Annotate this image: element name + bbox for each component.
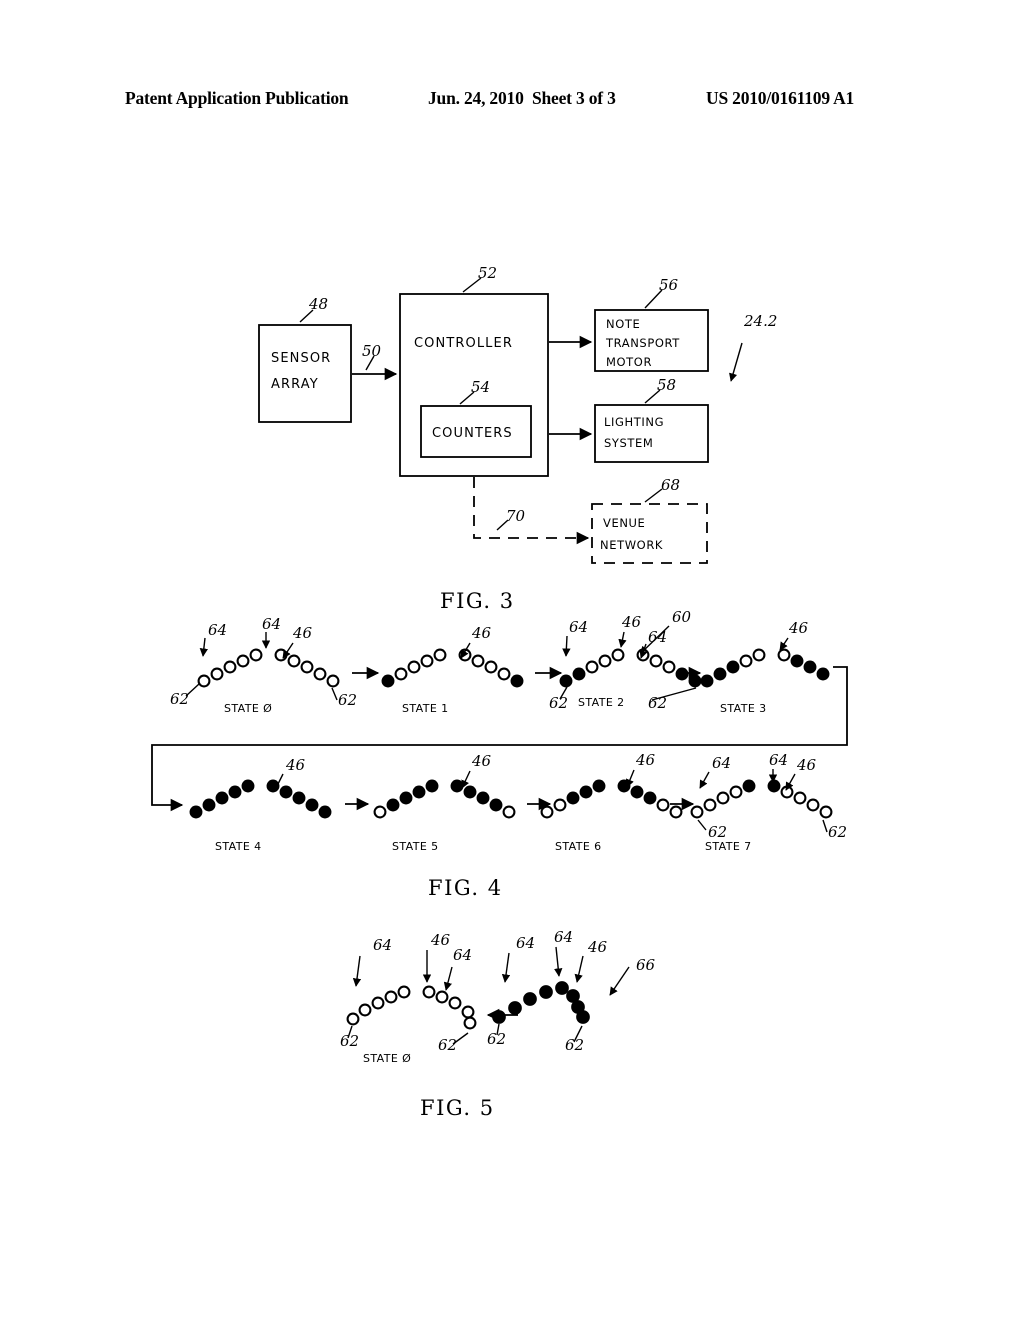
ref-58: 58 bbox=[657, 376, 676, 394]
ref-46-s5: 46 bbox=[471, 752, 492, 770]
block-venue-network-label-2: NETWORK bbox=[600, 538, 663, 552]
block-venue-network-label-1: VENUE bbox=[603, 516, 645, 530]
figure-3: SENSOR ARRAY 48 CONTROLLER 52 COUNTERS 5… bbox=[258, 264, 777, 613]
state-label-1: STATE 1 bbox=[402, 702, 448, 715]
ref-46-f5b: 46 bbox=[587, 938, 608, 956]
block-lighting-system-label-2: SYSTEM bbox=[604, 436, 653, 450]
block-controller-label: CONTROLLER bbox=[414, 336, 513, 351]
state-cell-6: 46 STATE 6 bbox=[540, 751, 683, 853]
block-counters-label: COUNTERS bbox=[432, 426, 513, 441]
figure-5: 66 64 46 64 62 62 STATE Ø 64 64 46 62 62… bbox=[340, 928, 656, 1120]
connector-sensor-to-controller: 50 bbox=[352, 342, 398, 381]
ref-24-2: 24.2 bbox=[743, 312, 777, 330]
ref-64-left-f5: 64 bbox=[373, 936, 392, 954]
ref-54: 54 bbox=[471, 378, 490, 396]
ref-64-left-s2: 64 bbox=[569, 618, 588, 636]
block-venue-network: VENUE NETWORK 68 bbox=[591, 476, 708, 564]
ref-62-left-s2: 62 bbox=[549, 694, 568, 712]
fig5-state-label-0: STATE Ø bbox=[363, 1052, 411, 1065]
state-label-3: STATE 3 bbox=[720, 702, 766, 715]
ref-64-right-f5: 64 bbox=[453, 946, 472, 964]
state-cell-5: 46 STATE 5 bbox=[373, 752, 516, 853]
ref-46-s1: 46 bbox=[471, 624, 492, 642]
block-sensor-array: SENSOR ARRAY 48 bbox=[258, 295, 352, 423]
state-cell-2: 64 46 64 62 62 STATE 2 bbox=[549, 613, 702, 712]
drawing-sheet: SENSOR ARRAY 48 CONTROLLER 52 COUNTERS 5… bbox=[0, 0, 1024, 1320]
block-counters: COUNTERS 54 bbox=[420, 378, 532, 458]
ref-46-s4: 46 bbox=[285, 756, 306, 774]
ref-46-s7: 46 bbox=[796, 756, 817, 774]
block-sensor-array-label-2: ARRAY bbox=[271, 377, 319, 392]
ref-62-right-f5: 62 bbox=[438, 1036, 457, 1054]
ref-62-left-s7: 62 bbox=[708, 823, 727, 841]
ref-46-s2: 46 bbox=[621, 613, 642, 631]
figure-5-caption: FIG. 5 bbox=[420, 1096, 495, 1120]
state-cell-1: 46 STATE 1 bbox=[381, 624, 524, 715]
block-lighting-system-label-1: LIGHTING bbox=[604, 415, 664, 429]
block-note-transport-motor: NOTE TRANSPORT MOTOR 56 bbox=[594, 276, 709, 372]
ref-46-f5: 46 bbox=[430, 931, 451, 949]
ref-56: 56 bbox=[659, 276, 679, 294]
ref-64-right-s2: 64 bbox=[648, 628, 667, 646]
row-wrap-connector bbox=[151, 666, 848, 812]
ref-66: 66 bbox=[636, 956, 656, 974]
block-lighting-system: LIGHTING SYSTEM 58 bbox=[594, 376, 709, 463]
connector-controller-to-venue-network: 70 bbox=[473, 477, 590, 545]
ref-64-right-f5b: 64 bbox=[554, 928, 573, 946]
block-note-transport-motor-label-1: NOTE bbox=[606, 317, 640, 331]
state-label-5: STATE 5 bbox=[392, 840, 438, 853]
fig5-state-cell-0: 64 46 64 62 62 STATE Ø bbox=[340, 931, 477, 1065]
ref-66-callout: 66 bbox=[609, 956, 656, 996]
ref-70: 70 bbox=[506, 507, 526, 525]
state-cell-7: 64 64 46 62 62 STATE 7 bbox=[690, 751, 847, 853]
ref-60: 60 bbox=[672, 608, 692, 626]
ref-24-2-callout: 24.2 bbox=[729, 312, 777, 382]
ref-46-s6: 46 bbox=[635, 751, 656, 769]
ref-64-right-s7: 64 bbox=[769, 751, 788, 769]
ref-62-right-s0: 62 bbox=[338, 691, 357, 709]
figure-4: 60 64 64 46 62 62 STATE Ø 46 STATE 1 64 … bbox=[151, 608, 848, 900]
ref-64-left-s7: 64 bbox=[712, 754, 731, 772]
fig5-state-cell-1: 64 64 46 62 62 bbox=[487, 928, 608, 1054]
ref-46-s3: 46 bbox=[788, 619, 809, 637]
ref-52: 52 bbox=[478, 264, 497, 282]
ref-62-left-f5b: 62 bbox=[487, 1030, 506, 1048]
state-label-7: STATE 7 bbox=[705, 840, 751, 853]
block-note-transport-motor-label-2: TRANSPORT bbox=[605, 336, 680, 350]
ref-48: 48 bbox=[308, 295, 328, 313]
ref-46-s0: 46 bbox=[292, 624, 313, 642]
state-cell-3: 46 STATE 3 bbox=[700, 619, 830, 715]
block-note-transport-motor-label-3: MOTOR bbox=[606, 355, 652, 369]
ref-50: 50 bbox=[362, 342, 382, 360]
figure-4-caption: FIG. 4 bbox=[428, 876, 503, 900]
state-label-0: STATE Ø bbox=[224, 702, 272, 715]
state-label-4: STATE 4 bbox=[215, 840, 261, 853]
block-controller: CONTROLLER 52 bbox=[399, 264, 549, 477]
ref-62-right-s7: 62 bbox=[828, 823, 847, 841]
ref-64-left-s0: 64 bbox=[208, 621, 227, 639]
state-cell-0: 64 64 46 62 62 STATE Ø bbox=[170, 615, 357, 715]
state-label-6: STATE 6 bbox=[555, 840, 601, 853]
ref-62-left-s0: 62 bbox=[170, 690, 189, 708]
ref-62-right-f5b: 62 bbox=[565, 1036, 584, 1054]
ref-64-left-f5b: 64 bbox=[516, 934, 535, 952]
state-label-2: STATE 2 bbox=[578, 696, 624, 709]
block-sensor-array-label-1: SENSOR bbox=[271, 351, 331, 366]
ref-64-right-s0: 64 bbox=[262, 615, 281, 633]
ref-68: 68 bbox=[661, 476, 680, 494]
state-cell-4: 46 STATE 4 bbox=[189, 756, 332, 853]
